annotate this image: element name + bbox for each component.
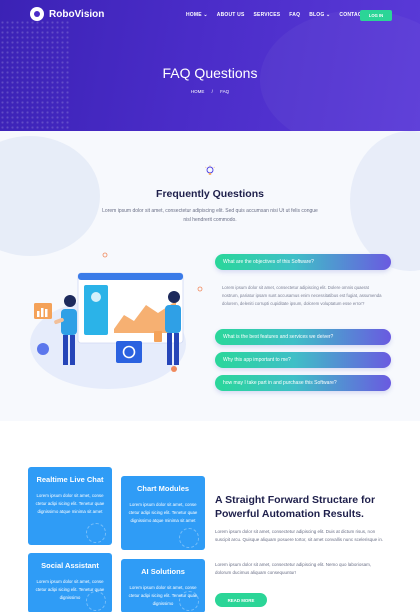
chart-icon [179,528,199,548]
ai-icon [179,591,199,611]
breadcrumb-separator: / [211,89,213,94]
service-card-title: Realtime Live Chat [36,475,104,484]
service-card-title: Chart Modules [136,484,190,493]
chat-icon [86,523,106,543]
services-section: Realtime Live Chat Lorem ipsum dolor sit… [0,421,420,612]
assistant-icon [86,591,106,611]
lightbulb-icon [205,165,215,175]
section-subtitle: Lorem ipsum dolor sit amet, consectetur … [102,208,318,223]
faq-item-features[interactable]: What is the best features and services w… [215,329,391,345]
service-card-title: Social Assistant [41,561,99,570]
breadcrumb-current: FAQ [220,89,230,94]
read-more-button[interactable]: READ MORE [215,593,267,607]
services-paragraph: Lorem ipsum dolor sit amet, consectetur … [215,562,372,576]
team-dashboard-illustration [30,252,203,389]
faq-item-importance[interactable]: Why this app important to me? [215,352,391,368]
faq-section: Frequently Questions Lorem ipsum dolor s… [0,131,420,421]
service-card-text: Lorem ipsum dolor sit amet, conse ctetur… [128,502,198,523]
service-card[interactable]: AI Solutions Lorem ipsum dolor sit amet,… [121,559,205,612]
login-button[interactable]: LOG IN [360,10,392,21]
nav-services[interactable]: SERVICES [254,12,281,18]
faq-answer: Lorem ipsum dolor sit amet, consectetur … [222,285,382,306]
faq-item-objectives[interactable]: What are the objectives of this Software… [215,254,391,270]
service-card[interactable]: Realtime Live Chat Lorem ipsum dolor sit… [28,467,112,545]
breadcrumb: HOME / FAQ [0,89,420,94]
nav-home[interactable]: HOME ⌄ [186,12,208,18]
services-heading: A Straight Forward Structare for Powerfu… [215,494,376,520]
nav-faq[interactable]: FAQ [289,12,300,18]
main-nav: HOME ⌄ ABOUT US SERVICES FAQ BLOG ⌄ CONT… [186,12,365,18]
faq-item-purchase[interactable]: how may I take part in and purchase this… [215,375,391,391]
background-blob [350,131,420,271]
service-card-title: AI Solutions [141,567,185,576]
section-title: Frequently Questions [156,188,264,200]
nav-blog[interactable]: BLOG ⌄ [309,12,330,18]
service-card-text: Lorem ipsum dolor sit amet, conse ctetur… [35,493,105,514]
page-hero: RoboVision HOME ⌄ ABOUT US SERVICES FAQ … [0,0,420,131]
services-paragraph: Lorem ipsum dolor sit amet, consectetur … [215,529,384,543]
breadcrumb-home[interactable]: HOME [191,89,205,94]
logo-text: RoboVision [49,8,105,20]
nav-about-us[interactable]: ABOUT US [217,12,245,18]
service-card[interactable]: Social Assistant Lorem ipsum dolor sit a… [28,553,112,612]
service-card[interactable]: Chart Modules Lorem ipsum dolor sit amet… [121,476,205,550]
logo[interactable]: RoboVision [30,7,104,21]
page-title: FAQ Questions [162,65,258,81]
robot-logo-icon [30,7,44,21]
